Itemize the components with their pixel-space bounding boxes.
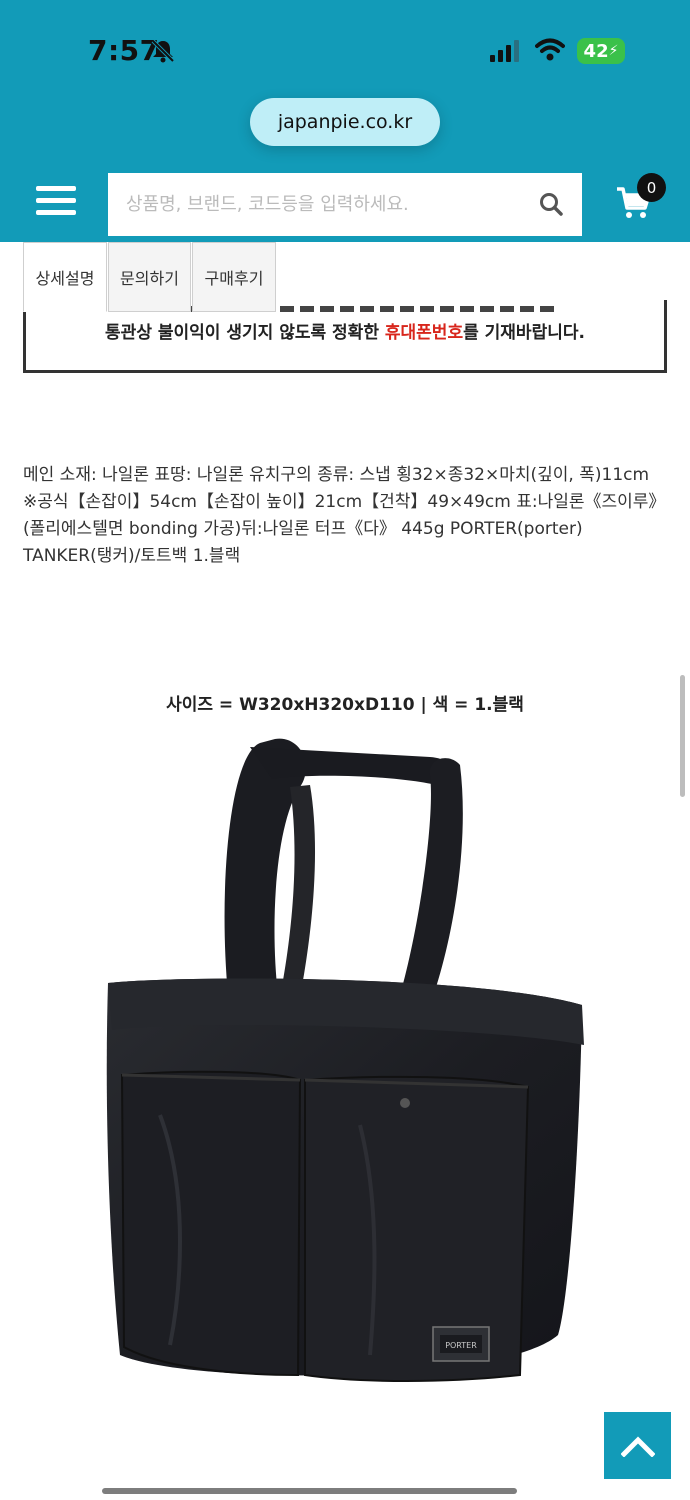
search-input[interactable]: [108, 173, 528, 236]
tab-reviews[interactable]: 구매후기: [192, 242, 276, 312]
battery-icon: 42 ⚡: [577, 38, 625, 64]
product-description: 메인 소재: 나일론 표땅: 나일론 유치구의 종류: 스냅 횡32×종32×마…: [23, 465, 657, 566]
battery-level: 42: [583, 40, 609, 62]
hamburger-menu-icon[interactable]: [36, 186, 76, 220]
url-text: japanpie.co.kr: [277, 111, 413, 133]
chevron-up-icon: [620, 1435, 655, 1457]
scrollbar-thumb[interactable]: [680, 675, 685, 797]
brand-label: PORTER: [445, 1341, 477, 1350]
cart-count-badge: 0: [637, 173, 666, 202]
signal-icon: [490, 40, 519, 62]
tab-detail[interactable]: 상세설명: [23, 242, 107, 312]
notice-prefix: 통관상 불이익이 생기지 않도록 정확한: [105, 323, 385, 343]
scroll-to-top-button[interactable]: [604, 1412, 671, 1479]
tab-inquiry[interactable]: 문의하기: [108, 242, 191, 312]
search-icon[interactable]: [538, 191, 564, 217]
home-indicator: [102, 1488, 517, 1494]
status-time: 7:57: [88, 34, 160, 67]
product-image: PORTER: [106, 738, 584, 1382]
url-bar[interactable]: japanpie.co.kr: [250, 98, 440, 146]
bell-slash-icon: [151, 39, 175, 63]
notice-text: 통관상 불이익이 생기지 않도록 정확한 휴대폰번호를 기재바랍니다.: [0, 318, 690, 343]
wifi-icon: [535, 38, 565, 61]
search-box: [108, 173, 582, 236]
notice-suffix: 를 기재바랍니다.: [463, 323, 585, 343]
notice-highlight: 휴대폰번호: [384, 323, 464, 343]
detail-tabs: 상세설명 문의하기 구매후기: [23, 242, 277, 312]
size-color-line: 사이즈 = W320xH320xD110 | 색 = 1.블랙: [166, 695, 524, 715]
